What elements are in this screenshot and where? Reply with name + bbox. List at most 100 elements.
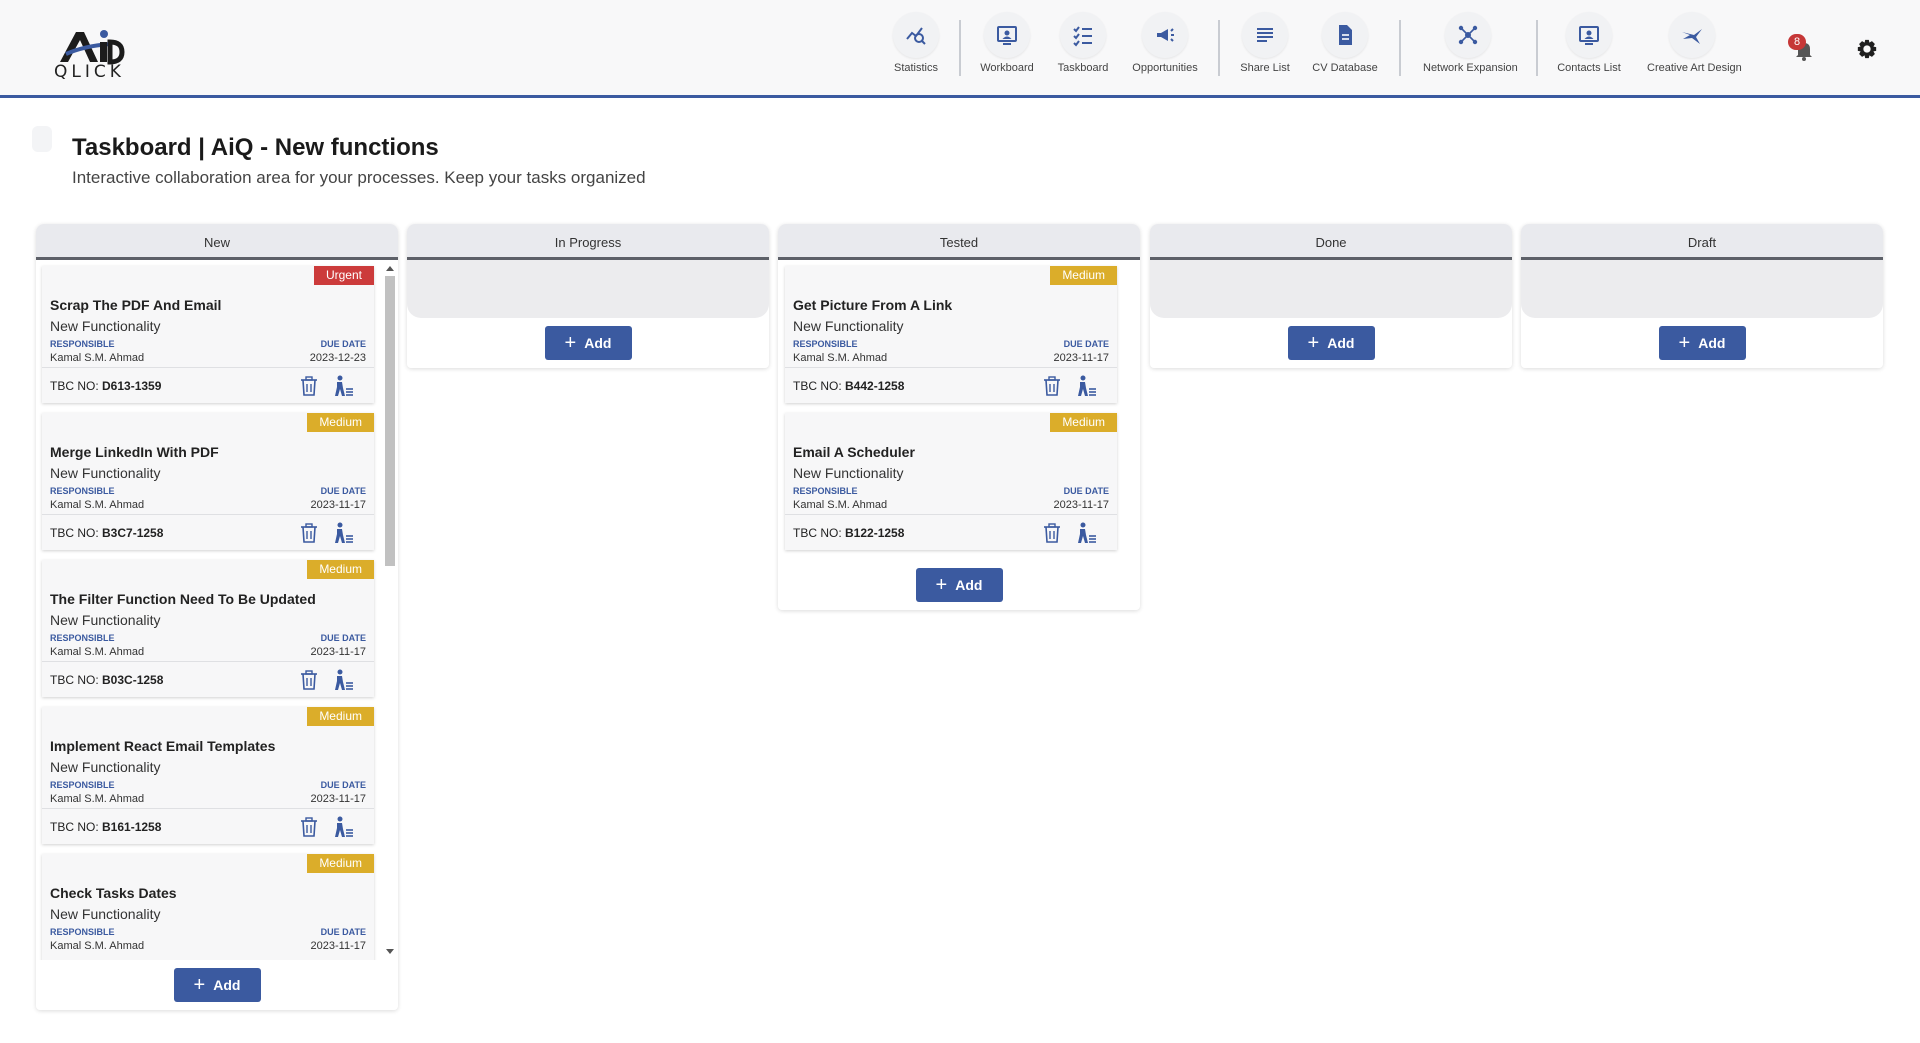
trash-icon[interactable] xyxy=(300,523,318,543)
drop-zone[interactable] xyxy=(407,260,769,318)
due-date-label: DUE DATE xyxy=(320,633,366,643)
priority-badge: Medium xyxy=(307,560,374,579)
priority-badge: Medium xyxy=(1050,266,1117,285)
nav-label: Contacts List xyxy=(1557,62,1621,74)
card-title: The Filter Function Need To Be Updated xyxy=(50,591,316,607)
responsible-value: Kamal S.M. Ahmad xyxy=(793,499,888,511)
nav-label: Opportunities xyxy=(1132,62,1198,74)
nav-label: Network Expansion xyxy=(1423,62,1518,74)
add-task-button[interactable]: + Add xyxy=(915,568,1003,602)
scroll-thumb[interactable] xyxy=(385,276,395,566)
nav-taskboard[interactable]: Taskboard xyxy=(1038,12,1128,74)
tbc-number: TBC NO: D613-1359 xyxy=(50,379,161,393)
nav-divider xyxy=(959,20,961,76)
task-card[interactable]: Medium Check Tasks Dates New Functionali… xyxy=(42,854,374,960)
card-footer: TBC NO: D613-1359 xyxy=(42,367,374,403)
drop-zone[interactable] xyxy=(1150,260,1512,318)
tbc-number: TBC NO: B122-1258 xyxy=(793,526,904,540)
nav-share-list[interactable]: Share List xyxy=(1220,12,1310,74)
priority-badge: Urgent xyxy=(313,266,374,285)
drop-zone[interactable] xyxy=(1521,260,1883,318)
add-button-label: Add xyxy=(213,977,241,993)
add-button-label: Add xyxy=(1327,335,1355,351)
tbc-number: TBC NO: B03C-1258 xyxy=(50,673,163,687)
creative-art-logo xyxy=(1682,29,1702,44)
add-task-button[interactable]: + Add xyxy=(1287,326,1375,360)
tbc-prefix: TBC NO: xyxy=(50,673,99,687)
assign-user-icon[interactable] xyxy=(332,816,354,838)
priority-badge: Medium xyxy=(307,854,374,873)
trash-icon[interactable] xyxy=(1043,523,1061,543)
priority-badge: Medium xyxy=(307,413,374,432)
tbc-value: B3C7-1258 xyxy=(102,526,164,540)
nav-label: Share List xyxy=(1240,62,1290,74)
add-task-button[interactable]: + Add xyxy=(544,326,632,360)
add-task-button[interactable]: + Add xyxy=(1658,326,1746,360)
card-type: New Functionality xyxy=(50,612,161,628)
responsible-label: RESPONSIBLE xyxy=(50,633,115,643)
task-card[interactable]: Medium Get Picture From A Link New Funct… xyxy=(785,266,1117,403)
megaphone-icon xyxy=(1157,28,1174,42)
card-title: Email A Scheduler xyxy=(793,444,915,460)
logo-wordmark: QLICK xyxy=(54,62,125,82)
nav-opportunities[interactable]: Opportunities xyxy=(1120,12,1210,74)
column-new: New Urgent Scrap The PDF And Email New F… xyxy=(36,224,398,1010)
card-title: Implement React Email Templates xyxy=(50,738,276,754)
column-in-progress: In Progress + Add xyxy=(407,224,769,368)
assign-user-icon[interactable] xyxy=(332,669,354,691)
task-card[interactable]: Medium Merge LinkedIn With PDF New Funct… xyxy=(42,413,374,550)
responsible-value: Kamal S.M. Ahmad xyxy=(50,646,145,658)
nav-creative-art-design[interactable]: Creative Art Design xyxy=(1647,12,1742,74)
column-header: Tested xyxy=(778,224,1140,260)
card-footer: TBC NO: B3C7-1258 xyxy=(42,514,374,550)
scroll-down-arrow[interactable] xyxy=(386,949,394,954)
scroll-up-arrow[interactable] xyxy=(386,266,394,271)
nav-label: Statistics xyxy=(893,62,938,74)
tbc-value: D613-1359 xyxy=(102,379,162,393)
sidebar-toggle[interactable] xyxy=(32,126,52,152)
nav-statistics[interactable]: Statistics xyxy=(871,12,961,74)
trash-icon[interactable] xyxy=(300,376,318,396)
assign-user-icon[interactable] xyxy=(1075,375,1097,397)
nav-contacts-list[interactable]: Contacts List xyxy=(1544,12,1634,74)
network-icon xyxy=(1458,25,1478,45)
plus-icon: + xyxy=(1307,332,1320,354)
gear-icon[interactable] xyxy=(1856,38,1878,60)
priority-badge: Medium xyxy=(1050,413,1117,432)
task-card[interactable]: Urgent Scrap The PDF And Email New Funct… xyxy=(42,266,374,403)
add-button-label: Add xyxy=(584,335,612,351)
assign-user-icon[interactable] xyxy=(332,375,354,397)
tbc-prefix: TBC NO: xyxy=(50,526,99,540)
responsible-value: Kamal S.M. Ahmad xyxy=(50,352,145,364)
column-header: In Progress xyxy=(407,224,769,260)
card-type: New Functionality xyxy=(50,465,161,481)
responsible-label: RESPONSIBLE xyxy=(793,486,858,496)
due-date-value: 2023-11-17 xyxy=(310,499,366,511)
trash-icon[interactable] xyxy=(1043,376,1061,396)
card-footer: TBC NO: B442-1258 xyxy=(785,367,1117,403)
assign-user-icon[interactable] xyxy=(1075,522,1097,544)
trash-icon[interactable] xyxy=(300,670,318,690)
card-type: New Functionality xyxy=(50,318,161,334)
responsible-value: Kamal S.M. Ahmad xyxy=(50,793,145,805)
task-card[interactable]: Medium The Filter Function Need To Be Up… xyxy=(42,560,374,697)
contacts-icon xyxy=(1579,26,1599,45)
tbc-number: TBC NO: B3C7-1258 xyxy=(50,526,163,540)
card-list[interactable]: Urgent Scrap The PDF And Email New Funct… xyxy=(36,260,398,960)
trash-icon[interactable] xyxy=(300,817,318,837)
assign-user-icon[interactable] xyxy=(332,522,354,544)
task-card[interactable]: Medium Email A Scheduler New Functionali… xyxy=(785,413,1117,550)
statistics-icon xyxy=(906,27,926,45)
add-task-button[interactable]: + Add xyxy=(173,968,261,1002)
task-card[interactable]: Medium Implement React Email Templates N… xyxy=(42,707,374,844)
responsible-label: RESPONSIBLE xyxy=(50,780,115,790)
nav-cv-database[interactable]: CV Database xyxy=(1300,12,1390,74)
taskboard-icon xyxy=(1073,26,1092,47)
nav-label: Taskboard xyxy=(1057,62,1109,74)
scrollbar[interactable] xyxy=(384,264,396,956)
nav-label: CV Database xyxy=(1312,62,1378,74)
nav-network-expansion[interactable]: Network Expansion xyxy=(1423,12,1518,74)
notification-badge: 8 xyxy=(1788,34,1806,50)
responsible-label: RESPONSIBLE xyxy=(50,927,115,937)
tbc-number: TBC NO: B442-1258 xyxy=(793,379,904,393)
